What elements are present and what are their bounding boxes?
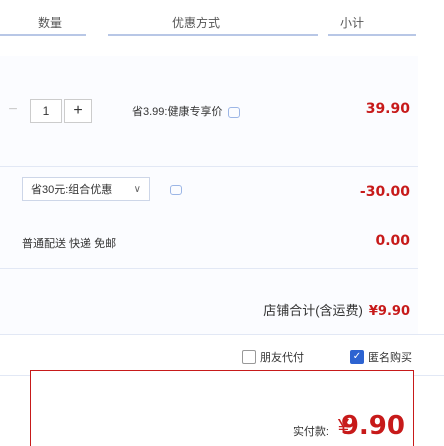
header-underline: [108, 34, 318, 36]
column-header: 数量 优惠方式 小计: [0, 0, 444, 36]
item-price: 39.90: [365, 101, 410, 117]
qty-input[interactable]: 1: [30, 99, 62, 123]
payment-box: 实付款: ¥ 9.90: [30, 370, 414, 446]
anonymous-label: 匿名购买: [368, 352, 412, 364]
chevron-down-icon: ∨: [133, 184, 141, 195]
shipping-fee: 0.00: [375, 233, 410, 249]
coupon-label: 省30元:组合优惠: [31, 184, 113, 196]
store-total-amount: ¥9.90: [368, 304, 410, 319]
col-promo-label: 优惠方式: [172, 16, 221, 30]
payment-amount: 9.90: [340, 411, 405, 441]
store-total-label: 店铺合计(含运费): [263, 303, 363, 318]
chat-icon[interactable]: [170, 185, 182, 195]
promo-selector[interactable]: 省3.99:健康专享价: [132, 103, 241, 119]
friend-pay-checkbox[interactable]: [242, 350, 256, 364]
col-qty-label: 数量: [38, 16, 63, 30]
coupon-dropdown[interactable]: 省30元:组合优惠 ∨: [22, 177, 150, 201]
qty-plus-button[interactable]: +: [64, 99, 92, 123]
anonymous-option[interactable]: ✓ 匿名购买: [350, 349, 412, 365]
friend-pay-option[interactable]: 朋友代付: [242, 349, 304, 365]
qty-minus-button[interactable]: −: [0, 99, 26, 123]
coupon-discount: -30.00: [359, 184, 410, 200]
friend-pay-label: 朋友代付: [260, 352, 304, 364]
divider: [0, 166, 418, 167]
order-summary: 数量 优惠方式 小计 − 1 + 省3.99:健康专享价 39.90 省30元:…: [0, 0, 444, 446]
chat-icon[interactable]: [228, 106, 241, 118]
col-subtotal-label: 小计: [340, 16, 365, 30]
payment-label: 实付款:: [292, 426, 329, 438]
header-underline: [328, 34, 416, 36]
divider: [0, 268, 418, 269]
anonymous-checkbox[interactable]: ✓: [350, 350, 364, 364]
header-underline: [0, 34, 86, 36]
shipping-method: 普通配送 快递 免邮: [22, 238, 117, 250]
promo-text: 省3.99:健康专享价: [132, 106, 223, 118]
store-total: 店铺合计(含运费) ¥9.90: [263, 300, 410, 319]
